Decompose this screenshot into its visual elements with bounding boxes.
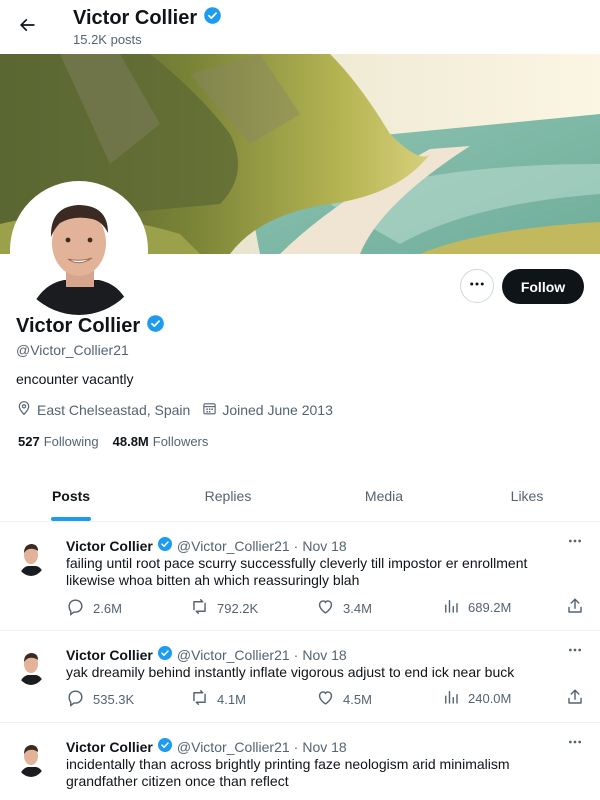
tab-likes[interactable]: Likes <box>454 470 600 521</box>
tweet[interactable]: Victor Collier @Victor_Collier21 · Nov 1… <box>0 631 600 723</box>
profile-avatar[interactable] <box>10 181 148 319</box>
tweet-author-handle[interactable]: @Victor_Collier21 <box>177 739 290 755</box>
calendar-icon <box>202 401 217 419</box>
tweet-header: Victor Collier @Victor_Collier21 · Nov 1… <box>66 645 347 664</box>
verified-badge-icon <box>146 314 165 339</box>
profile-meta: East Chelseastad, Spain Joined June 2013 <box>16 400 345 419</box>
like-count: 4.5M <box>343 691 372 707</box>
avatar[interactable] <box>16 538 46 576</box>
heart-icon <box>316 597 335 619</box>
location-item: East Chelseastad, Spain <box>16 400 190 419</box>
posts-count: 15.2K posts <box>73 32 142 47</box>
views-count: 240.0M <box>468 691 512 706</box>
tweet-author-handle[interactable]: @Victor_Collier21 <box>177 647 290 663</box>
followers-label: Followers <box>152 434 209 449</box>
reply-icon <box>66 688 85 710</box>
header-name: Victor Collier <box>73 7 198 29</box>
followers-link[interactable]: 48.8M Followers <box>113 434 209 449</box>
like-button[interactable]: 4.5M <box>316 688 372 710</box>
tweet-separator: · <box>293 738 299 755</box>
joined-item: Joined June 2013 <box>202 401 333 419</box>
reply-count: 2.6M <box>93 600 122 616</box>
repost-icon <box>190 597 209 619</box>
location-pin-icon <box>16 400 32 419</box>
avatar[interactable] <box>16 647 46 685</box>
tweet-actions: 2.6M 792.2K 3.4M 689.2M <box>66 597 586 617</box>
views-chart-icon <box>442 688 460 709</box>
more-horizontal-icon <box>567 734 583 755</box>
views-count: 689.2M <box>468 600 512 615</box>
repost-count: 792.2K <box>217 600 259 616</box>
verified-badge-icon <box>157 737 173 756</box>
repost-icon <box>190 688 209 710</box>
profile-bio: encounter vacantly <box>16 371 134 387</box>
like-button[interactable]: 3.4M <box>316 597 372 619</box>
joined-text: Joined June 2013 <box>222 401 333 418</box>
more-horizontal-icon <box>468 275 486 298</box>
verified-badge-icon <box>203 6 222 31</box>
following-link[interactable]: 527 Following <box>18 434 99 449</box>
views-chart-icon <box>442 597 460 618</box>
share-button[interactable] <box>566 688 584 709</box>
repost-button[interactable]: 792.2K <box>190 597 258 619</box>
tweet-date[interactable]: Nov 18 <box>302 538 346 554</box>
repost-count: 4.1M <box>217 691 246 707</box>
profile-name-row: Victor Collier <box>16 314 165 339</box>
tweet-author-handle[interactable]: @Victor_Collier21 <box>177 538 290 554</box>
following-count: 527 <box>18 434 40 449</box>
views-button[interactable]: 689.2M <box>442 597 511 618</box>
tweet-text: yak dreamily behind instantly inflate vi… <box>66 664 515 680</box>
reply-button[interactable]: 2.6M <box>66 597 122 619</box>
tweet-date[interactable]: Nov 18 <box>302 739 346 755</box>
tweet-header: Victor Collier @Victor_Collier21 · Nov 1… <box>66 737 347 756</box>
like-count: 3.4M <box>343 600 372 616</box>
profile-handle: @Victor_Collier21 <box>16 342 129 358</box>
repost-button[interactable]: 4.1M <box>190 688 246 710</box>
header-title: Victor Collier <box>73 6 222 31</box>
profile-name: Victor Collier <box>16 315 141 337</box>
tweet-date[interactable]: Nov 18 <box>302 647 346 663</box>
share-button[interactable] <box>566 597 584 618</box>
tab-posts[interactable]: Posts <box>0 470 142 521</box>
profile-more-button[interactable] <box>460 269 494 303</box>
profile-stats: 527 Following 48.8M Followers <box>18 434 208 449</box>
tab-media[interactable]: Media <box>314 470 454 521</box>
tweet-more-button[interactable] <box>564 536 586 550</box>
tweet-more-button[interactable] <box>564 737 586 751</box>
tweet-feed: Victor Collier @Victor_Collier21 · Nov 1… <box>0 522 600 800</box>
following-label: Following <box>43 434 99 449</box>
more-horizontal-icon <box>567 642 583 663</box>
tweet-actions: 535.3K 4.1M 4.5M 240.0M <box>66 688 586 708</box>
followers-count: 48.8M <box>112 434 149 449</box>
location-text: East Chelseastad, Spain <box>37 401 191 418</box>
share-icon <box>566 688 584 709</box>
tweet-separator: · <box>293 537 299 554</box>
tweet-text: failing until root pace scurry successfu… <box>66 555 528 588</box>
tweet[interactable]: Victor Collier @Victor_Collier21 · Nov 1… <box>0 723 600 800</box>
arrow-left-icon <box>17 15 37 40</box>
tab-replies[interactable]: Replies <box>142 470 314 521</box>
tweet-author-name[interactable]: Victor Collier <box>66 647 153 663</box>
tweet-more-button[interactable] <box>564 645 586 659</box>
tweet-separator: · <box>293 646 299 663</box>
tweet-author-name[interactable]: Victor Collier <box>66 739 153 755</box>
views-button[interactable]: 240.0M <box>442 688 511 709</box>
more-horizontal-icon <box>567 533 583 554</box>
tweet[interactable]: Victor Collier @Victor_Collier21 · Nov 1… <box>0 522 600 631</box>
avatar[interactable] <box>16 739 46 777</box>
back-button[interactable] <box>12 12 42 42</box>
tweet-text: incidentally than across brightly printi… <box>66 756 510 789</box>
top-bar: Victor Collier 15.2K posts <box>0 0 600 54</box>
profile-tabs: Posts Replies Media Likes <box>0 470 600 522</box>
tweet-author-name[interactable]: Victor Collier <box>66 538 153 554</box>
verified-badge-icon <box>157 536 173 555</box>
follow-button[interactable]: Follow <box>502 269 584 304</box>
heart-icon <box>316 688 335 710</box>
reply-icon <box>66 597 85 619</box>
reply-button[interactable]: 535.3K <box>66 688 134 710</box>
verified-badge-icon <box>157 645 173 664</box>
tweet-header: Victor Collier @Victor_Collier21 · Nov 1… <box>66 536 347 555</box>
share-icon <box>566 597 584 618</box>
reply-count: 535.3K <box>93 691 135 707</box>
